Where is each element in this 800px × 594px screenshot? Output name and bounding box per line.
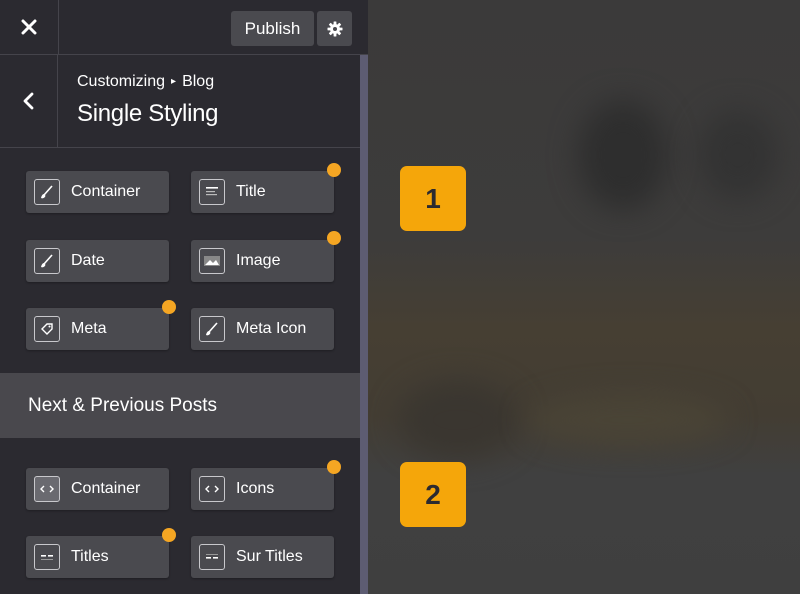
publish-button[interactable]: Publish xyxy=(231,11,314,46)
preview-blur-shape xyxy=(528,395,728,445)
tile-label: Image xyxy=(236,252,281,269)
tile-image[interactable]: Image xyxy=(191,240,334,282)
tile-container[interactable]: Container xyxy=(26,171,169,213)
tile-nav-container[interactable]: Container xyxy=(26,468,169,510)
tag-icon xyxy=(34,316,60,342)
brush-icon xyxy=(34,248,60,274)
sidebar-scrollbar[interactable] xyxy=(360,55,368,594)
text-lines-icon xyxy=(199,179,225,205)
tile-label: Meta xyxy=(71,320,107,337)
brush-icon xyxy=(199,316,225,342)
tile-date[interactable]: Date xyxy=(26,240,169,282)
tile-label: Meta Icon xyxy=(236,320,307,337)
close-icon xyxy=(21,19,37,35)
modified-indicator xyxy=(162,300,176,314)
tile-nav-titles[interactable]: Titles xyxy=(26,536,169,578)
breadcrumb: Customizing ▸ Blog xyxy=(77,73,214,91)
breadcrumb-separator-icon: ▸ xyxy=(171,76,177,87)
step-badge-2: 2 xyxy=(400,462,466,527)
chevron-left-icon xyxy=(23,92,33,110)
preview-blur-shape xyxy=(578,100,668,210)
dashes-icon xyxy=(34,544,60,570)
page-title: Single Styling xyxy=(77,100,219,127)
tile-meta-icon[interactable]: Meta Icon xyxy=(191,308,334,350)
gear-icon xyxy=(327,21,342,36)
tile-meta[interactable]: Meta xyxy=(26,308,169,350)
tile-label: Title xyxy=(236,183,266,200)
back-button[interactable] xyxy=(0,55,58,147)
settings-button[interactable] xyxy=(317,11,352,46)
tile-label: Date xyxy=(71,252,105,269)
modified-indicator xyxy=(327,460,341,474)
dashes-icon xyxy=(199,544,225,570)
brush-icon xyxy=(34,179,60,205)
tile-label: Container xyxy=(71,480,141,497)
section-next-previous-posts[interactable]: Next & Previous Posts xyxy=(0,373,360,438)
step-badge-1: 1 xyxy=(400,166,466,231)
section-label: Next & Previous Posts xyxy=(28,394,218,416)
customizer-sidebar: Publish Customizing ▸ Blog Single Stylin… xyxy=(0,0,368,594)
code-icon xyxy=(199,476,225,502)
tile-nav-icons[interactable]: Icons xyxy=(191,468,334,510)
tile-title[interactable]: Title xyxy=(191,171,334,213)
tile-label: Sur Titles xyxy=(236,548,303,565)
close-button[interactable] xyxy=(0,0,59,54)
top-bar: Publish xyxy=(0,0,368,55)
breadcrumb-parent: Customizing xyxy=(77,73,166,90)
modified-indicator xyxy=(162,528,176,542)
tile-label: Icons xyxy=(236,480,275,497)
section-header: Customizing ▸ Blog Single Styling xyxy=(0,55,360,148)
preview-blur-shape xyxy=(398,380,518,460)
modified-indicator xyxy=(327,163,341,177)
image-icon xyxy=(199,248,225,274)
tile-label: Titles xyxy=(71,548,109,565)
preview-blur-shape xyxy=(698,110,778,200)
modified-indicator xyxy=(327,231,341,245)
tile-nav-sur-titles[interactable]: Sur Titles xyxy=(191,536,334,578)
breadcrumb-child: Blog xyxy=(182,73,215,90)
code-box-icon xyxy=(34,476,60,502)
tile-label: Container xyxy=(71,183,141,200)
